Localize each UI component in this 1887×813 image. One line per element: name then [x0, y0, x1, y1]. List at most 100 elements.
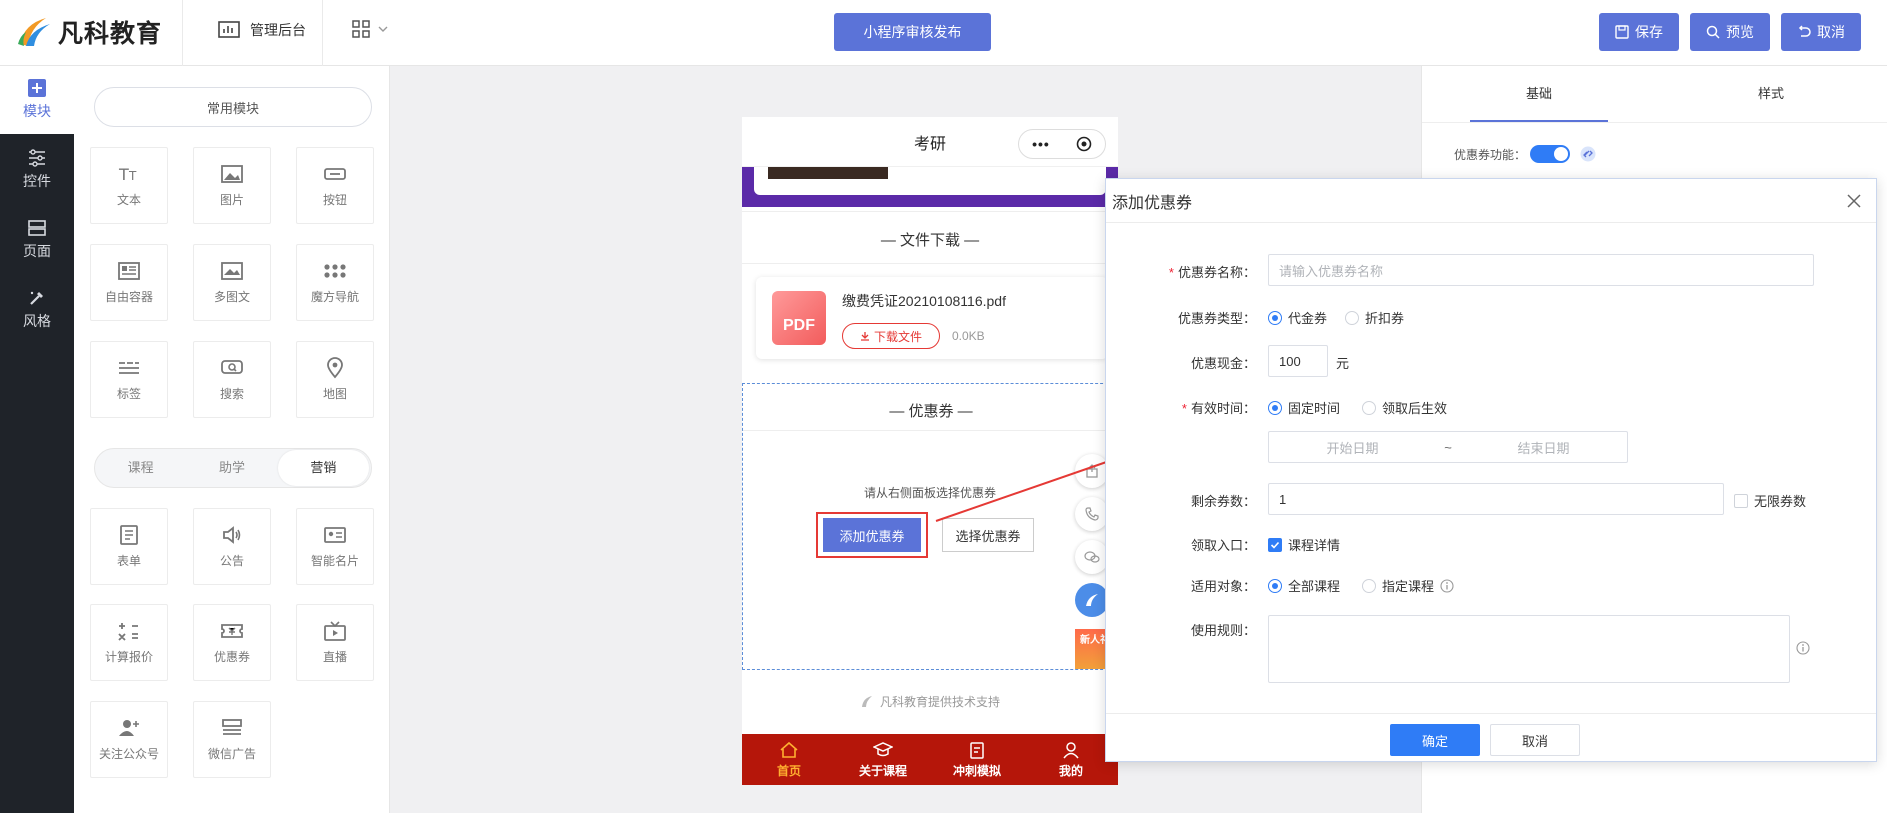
module-map[interactable]: 地图	[296, 341, 374, 418]
info-icon[interactable]	[1796, 641, 1810, 655]
module-form[interactable]: 表单	[90, 508, 168, 585]
nav-item-style[interactable]: 风格	[0, 276, 74, 344]
dialog-cancel-button[interactable]: 取消	[1490, 724, 1580, 756]
confirm-button[interactable]: 确定	[1390, 724, 1480, 756]
unlimited-checkbox[interactable]: 无限券数	[1734, 491, 1806, 510]
map-pin-icon	[327, 357, 343, 379]
module-image[interactable]: 图片	[193, 147, 271, 224]
radio-label: 领取后生效	[1382, 401, 1448, 416]
clipboard-icon	[970, 741, 984, 759]
remaining-count-input[interactable]: 1	[1268, 483, 1724, 515]
module-container[interactable]: 自由容器	[90, 244, 168, 321]
valid-time-label-text: 有效时间：	[1190, 401, 1256, 416]
cash-unit: 元	[1336, 356, 1350, 371]
cash-amount-input[interactable]: 100	[1268, 345, 1328, 377]
module-wechat-ad[interactable]: 微信广告	[193, 701, 271, 778]
coupon-name-input[interactable]: 请输入优惠券名称	[1268, 254, 1814, 286]
course-detail-checkbox[interactable]: 课程详情	[1268, 535, 1340, 554]
course-card[interactable]	[754, 167, 1106, 195]
module-smart-card[interactable]: 智能名片	[296, 508, 374, 585]
module-search[interactable]: 搜索	[193, 341, 271, 418]
target-group: 全部课程 指定课程	[1268, 576, 1454, 595]
dialog-footer: 确定 取消	[1106, 713, 1876, 761]
radio-cash-coupon[interactable]: 代金券	[1268, 308, 1327, 327]
module-notice[interactable]: 公告	[193, 508, 271, 585]
save-button[interactable]: 保存	[1599, 13, 1679, 51]
calculator-icon	[118, 623, 138, 641]
module-label: 图片	[219, 193, 244, 207]
file-section-label: 文件下载	[899, 232, 960, 249]
close-button[interactable]	[1842, 189, 1866, 213]
annotation-arrow	[935, 456, 1120, 522]
radio-effective-after-claim[interactable]: 领取后生效	[1362, 398, 1447, 417]
module-label: 魔方导航	[310, 290, 359, 304]
radio-all-courses[interactable]: 全部课程	[1268, 576, 1340, 595]
tab-style[interactable]: 样式	[1702, 66, 1840, 122]
file-card[interactable]: PDF 缴费凭证20210108116.pdf 下载文件 0.0KB	[756, 277, 1108, 359]
admin-link[interactable]: 管理后台	[218, 20, 306, 40]
tab-study[interactable]: 助学	[186, 450, 277, 486]
tab-mine[interactable]: 我的	[1024, 734, 1118, 785]
user-plus-icon	[119, 720, 139, 736]
preview-button[interactable]: 预览	[1690, 13, 1770, 51]
radio-label: 折扣券	[1365, 311, 1405, 326]
module-follow-official[interactable]: 关注公众号	[90, 701, 168, 778]
module-magic-nav[interactable]: 魔方导航	[296, 244, 374, 321]
tab-course[interactable]: 课程	[95, 450, 186, 486]
svg-text:T: T	[128, 169, 137, 183]
valid-time-group: 固定时间 领取后生效	[1268, 398, 1447, 417]
divider	[742, 211, 1118, 212]
radio-label: 指定课程	[1382, 579, 1435, 594]
cancel-button[interactable]: 取消	[1781, 13, 1861, 51]
tab-home[interactable]: 首页	[742, 734, 836, 785]
logo-float-button[interactable]	[1075, 583, 1109, 617]
module-text[interactable]: TT 文本	[90, 147, 168, 224]
wechat-float-button[interactable]	[1075, 540, 1109, 574]
date-range-picker[interactable]: 开始日期 ~ 结束日期	[1268, 431, 1628, 463]
module-live[interactable]: 直播	[296, 604, 374, 681]
module-button[interactable]: 按钮	[296, 147, 374, 224]
toggle-knob	[1554, 147, 1568, 161]
module-tag[interactable]: 标签	[90, 341, 168, 418]
module-coupon[interactable]: 优惠券	[193, 604, 271, 681]
nav-item-controls[interactable]: 控件	[0, 136, 74, 204]
radio-specific-courses[interactable]: 指定课程	[1362, 576, 1454, 595]
radio-discount-coupon[interactable]: 折扣券	[1345, 308, 1404, 327]
graduation-cap-icon	[873, 741, 893, 756]
module-label: 优惠券	[213, 650, 250, 664]
admin-label: 管理后台	[250, 22, 306, 38]
miniprogram-capsule[interactable]: •••	[1018, 129, 1106, 159]
text-icon: TT	[118, 165, 137, 184]
divider	[1422, 122, 1887, 123]
publish-button[interactable]: 小程序审核发布	[834, 13, 991, 51]
nav-label: 控件	[23, 173, 51, 189]
nav-item-pages[interactable]: 页面	[0, 206, 74, 274]
tab-sprint-mock[interactable]: 冲刺模拟	[930, 734, 1024, 785]
link-icon[interactable]	[1580, 146, 1596, 162]
support-footer: 凡科教育提供技术支持	[742, 693, 1118, 710]
apps-menu-button[interactable]	[352, 20, 388, 38]
tab-marketing[interactable]: 营销	[277, 450, 369, 486]
add-coupon-button[interactable]: 添加优惠券	[823, 518, 921, 552]
download-button[interactable]: 下载文件	[842, 323, 940, 349]
entry-label: 领取入口：	[1190, 538, 1256, 553]
module-label: 自由容器	[104, 290, 153, 304]
radio-label: 全部课程	[1288, 579, 1341, 594]
download-label: 下载文件	[873, 329, 922, 344]
tab-about-course[interactable]: 关于课程	[836, 734, 930, 785]
nav-item-modules[interactable]: 模块	[0, 66, 74, 134]
check-icon	[1270, 541, 1280, 549]
tv-icon	[324, 621, 346, 641]
rules-textarea[interactable]	[1268, 615, 1790, 683]
module-multi-image[interactable]: 多图文	[193, 244, 271, 321]
radio-fixed-time[interactable]: 固定时间	[1268, 398, 1340, 417]
module-calculator[interactable]: 计算报价	[90, 604, 168, 681]
brand-logo[interactable]: 凡科教育	[16, 12, 162, 52]
left-nav: 模块 控件 页面 风格	[0, 66, 74, 813]
coupon-type-group: 代金券 折扣券	[1268, 308, 1404, 327]
coupon-toggle[interactable]	[1530, 145, 1570, 163]
preview-label: 预览	[1726, 24, 1754, 40]
common-modules-pill[interactable]: 常用模块	[94, 87, 372, 127]
tab-basic[interactable]: 基础	[1470, 66, 1608, 122]
divider	[742, 263, 1118, 264]
